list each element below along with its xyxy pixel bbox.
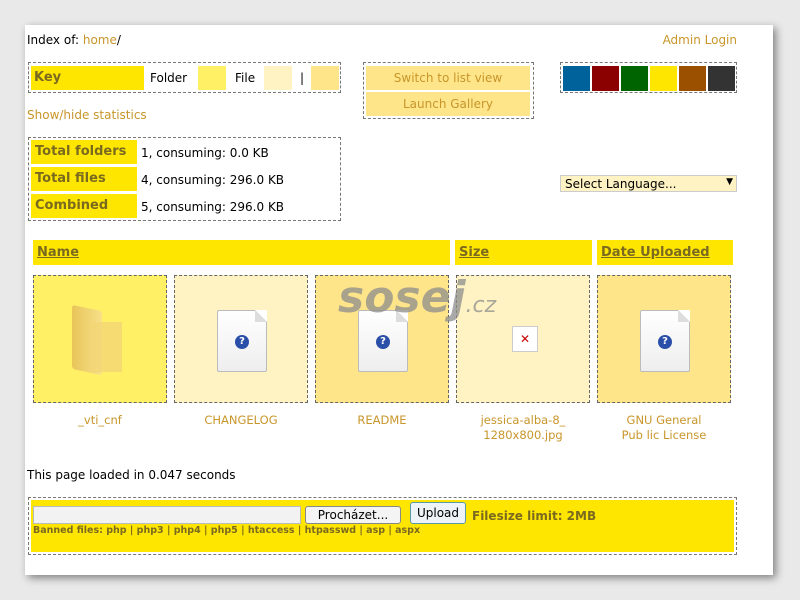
watermark-logo: sosej.cz	[338, 272, 497, 323]
folder-swatch	[198, 66, 226, 90]
file-tile[interactable]: ?	[174, 275, 308, 403]
key-box: Key Folder File |	[28, 62, 341, 93]
theme-red[interactable]	[592, 66, 619, 91]
chevron-down-icon: ▼	[726, 177, 733, 187]
theme-dark[interactable]	[708, 66, 735, 91]
broken-image-icon: ✕	[512, 326, 538, 352]
breadcrumb-home-link[interactable]: home	[83, 33, 117, 47]
file-path-input[interactable]	[33, 506, 301, 524]
filesize-limit: Filesize limit: 2MB	[472, 509, 597, 523]
file-tile[interactable]: ?	[597, 275, 731, 403]
theme-yellow[interactable]	[650, 66, 677, 91]
folder-icon	[72, 304, 122, 376]
statistics-box: Total folders 1, consuming: 0.0 KB Total…	[28, 137, 341, 221]
item-name[interactable]: GNU General Pub lic License	[597, 413, 731, 443]
item-name[interactable]: _vti_cnf	[33, 413, 167, 428]
show-hide-statistics-link[interactable]: Show/hide statistics	[27, 108, 147, 122]
breadcrumb: Index of: home/	[27, 33, 121, 47]
theme-brown[interactable]	[679, 66, 706, 91]
launch-gallery-button[interactable]: Launch Gallery	[366, 92, 530, 116]
unknown-file-icon: ?	[217, 310, 267, 372]
key-folder-label: Folder	[150, 71, 188, 85]
language-select[interactable]: Select Language... ▼	[560, 175, 737, 192]
view-buttons-box: Switch to list view Launch Gallery	[363, 62, 534, 119]
folder-tile[interactable]	[33, 275, 167, 403]
sort-by-name[interactable]: Name	[37, 245, 79, 260]
item-name[interactable]: README	[315, 413, 449, 428]
admin-login-link[interactable]: Admin Login	[663, 33, 737, 47]
unknown-file-icon: ?	[640, 310, 690, 372]
sort-by-date[interactable]: Date Uploaded	[601, 245, 710, 260]
banned-files: Banned files: php | php3 | php4 | php5 |…	[33, 525, 421, 536]
upload-box: Procházet... Upload Filesize limit: 2MB …	[28, 497, 737, 555]
switch-list-view-button[interactable]: Switch to list view	[366, 66, 530, 90]
upload-button[interactable]: Upload	[410, 502, 466, 524]
sort-by-size[interactable]: Size	[459, 245, 489, 260]
file-alt-swatch	[311, 66, 339, 90]
browse-button[interactable]: Procházet...	[305, 506, 401, 524]
item-name[interactable]: jessica-alba-8_ 1280x800.jpg	[456, 413, 590, 443]
file-swatch	[264, 66, 292, 90]
theme-color-picker	[560, 62, 737, 93]
theme-green[interactable]	[621, 66, 648, 91]
page: Index of: home/ Admin Login Key Folder F…	[25, 25, 773, 575]
key-title: Key	[31, 66, 144, 90]
item-name[interactable]: CHANGELOG	[174, 413, 308, 428]
key-file-label: File	[235, 71, 256, 85]
load-time: This page loaded in 0.047 seconds	[27, 468, 236, 482]
theme-blue[interactable]	[563, 66, 590, 91]
